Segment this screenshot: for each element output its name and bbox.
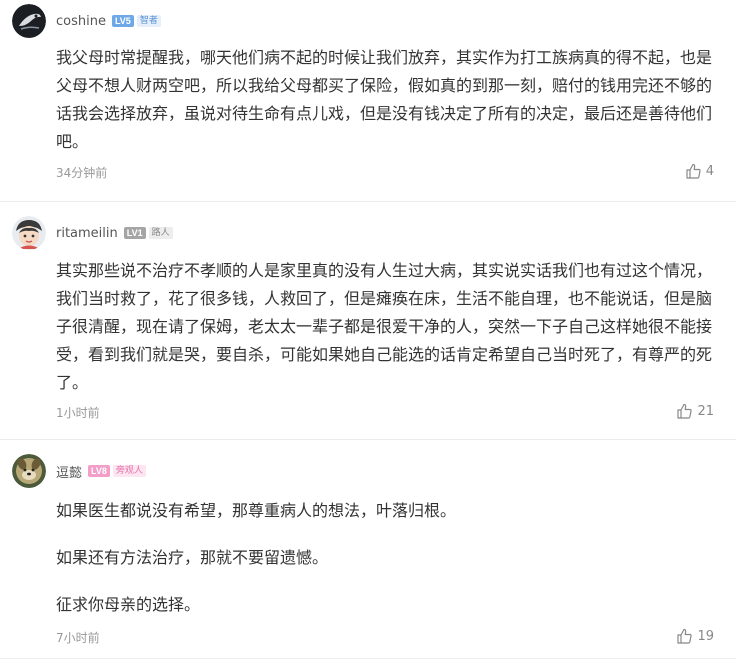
comment-time: 34分钟前	[56, 166, 108, 180]
comment-time: 7小时前	[56, 631, 100, 645]
comment-paragraph: 征求你母亲的选择。	[56, 595, 201, 614]
thumbs-up-icon	[686, 163, 701, 179]
like-count: 19	[697, 628, 714, 644]
avatar[interactable]	[12, 454, 46, 488]
comment-header: 逗懿 LV8 旁观人	[12, 454, 146, 488]
user-tag-badge: 路人	[148, 227, 173, 239]
user-tag-badge: 旁观人	[112, 465, 146, 477]
comment-item: coshine LV5 智者 我父母时常提醒我，哪天他们病不起的时候让我们放弃，…	[0, 0, 736, 202]
comment-time: 1小时前	[56, 406, 100, 420]
thumbs-up-icon	[677, 628, 693, 644]
comment-header: ritameilin LV1 路人	[12, 216, 173, 250]
avatar[interactable]	[12, 216, 46, 250]
level-badge: LV8	[88, 465, 110, 477]
cartoon-face-avatar-icon	[12, 216, 46, 250]
comment-paragraph: 如果医生都说没有希望，那尊重病人的想法，叶落归根。	[56, 501, 457, 520]
comment-text: 如果医生都说没有希望，那尊重病人的想法，叶落归根。 如果还有方法治疗，那就不要留…	[56, 497, 722, 619]
like-button[interactable]: 19	[676, 628, 714, 644]
dark-bird-avatar-icon	[12, 4, 46, 38]
username[interactable]: ritameilin	[56, 226, 118, 241]
avatar[interactable]	[12, 4, 46, 38]
comment-item: ritameilin LV1 路人 其实那些说不治疗不孝顺的人是家里真的没有人生…	[0, 202, 736, 440]
comment-item: 逗懿 LV8 旁观人 如果医生都说没有希望，那尊重病人的想法，叶落归根。 如果还…	[0, 440, 736, 659]
thumbs-up-icon	[677, 403, 693, 419]
username[interactable]: coshine	[56, 14, 106, 29]
level-badge: LV5	[111, 15, 134, 27]
level-badge: LV1	[123, 227, 146, 239]
comment-text: 我父母时常提醒我，哪天他们病不起的时候让我们放弃，其实作为打工族病真的得不起，也…	[56, 48, 713, 151]
user-tag-badge: 智者	[136, 15, 161, 27]
like-button[interactable]: 21	[676, 403, 714, 419]
like-button[interactable]: 4	[685, 163, 714, 179]
dog-avatar-icon	[12, 454, 46, 488]
username[interactable]: 逗懿	[56, 462, 82, 481]
comment-header: coshine LV5 智者	[12, 4, 161, 38]
like-count: 21	[697, 403, 714, 419]
like-count: 4	[705, 163, 714, 179]
comment-paragraph: 如果还有方法治疗，那就不要留遗憾。	[56, 548, 329, 567]
comment-text: 其实那些说不治疗不孝顺的人是家里真的没有人生过大病，其实说实话我们也有过这个情况…	[56, 261, 713, 392]
